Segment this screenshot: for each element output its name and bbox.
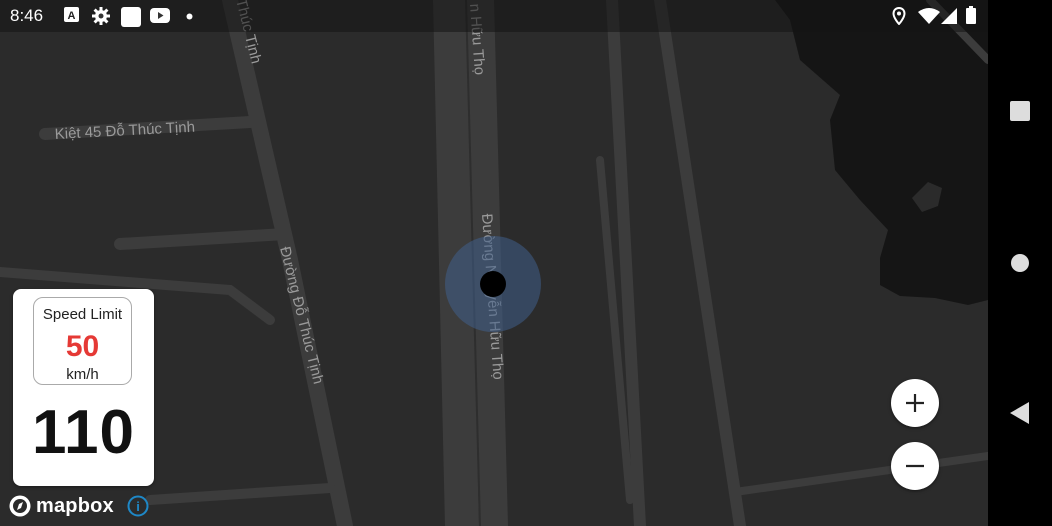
current-speed: 110	[31, 398, 136, 467]
wifi-icon	[918, 8, 940, 24]
gear-icon	[92, 7, 110, 25]
zoom-in-button[interactable]	[891, 379, 939, 427]
mapbox-logo[interactable]: mapbox	[8, 493, 114, 519]
status-time: 8:46	[10, 6, 44, 25]
minus-icon	[906, 464, 924, 468]
home-icon	[1011, 254, 1029, 272]
battery-icon	[966, 6, 976, 24]
zoom-out-button[interactable]	[891, 442, 939, 490]
svg-text:A: A	[68, 10, 76, 22]
back-button[interactable]	[1000, 393, 1040, 433]
speed-limit-value: 50	[65, 330, 100, 363]
mapbox-wordmark: mapbox	[36, 494, 114, 517]
user-location-dot	[480, 271, 506, 297]
recents-button[interactable]	[1000, 91, 1040, 131]
home-button[interactable]	[1000, 243, 1040, 283]
location-pin-icon	[892, 7, 906, 25]
youtube-icon	[150, 8, 170, 23]
dot-icon	[186, 13, 193, 20]
speed-limit-unit: km/h	[66, 366, 99, 383]
blank-square-icon	[121, 7, 141, 27]
status-bar: 8:46 A	[0, 0, 988, 32]
mapbox-compass-icon	[9, 495, 31, 517]
speed-limit-label: Speed Limit	[42, 306, 123, 323]
attribution-info-button[interactable]: i	[127, 495, 149, 517]
keyboard-a-icon: A	[64, 7, 79, 22]
speed-limit-sign: Speed Limit 50 km/h	[33, 297, 132, 385]
info-icon: i	[136, 499, 140, 514]
speed-panel: Speed Limit 50 km/h 110	[13, 289, 154, 486]
plus-icon	[906, 394, 924, 412]
signal-icon	[941, 8, 957, 24]
recents-icon	[1010, 101, 1030, 121]
navigation-bar	[988, 0, 1052, 526]
back-icon	[1010, 402, 1029, 424]
